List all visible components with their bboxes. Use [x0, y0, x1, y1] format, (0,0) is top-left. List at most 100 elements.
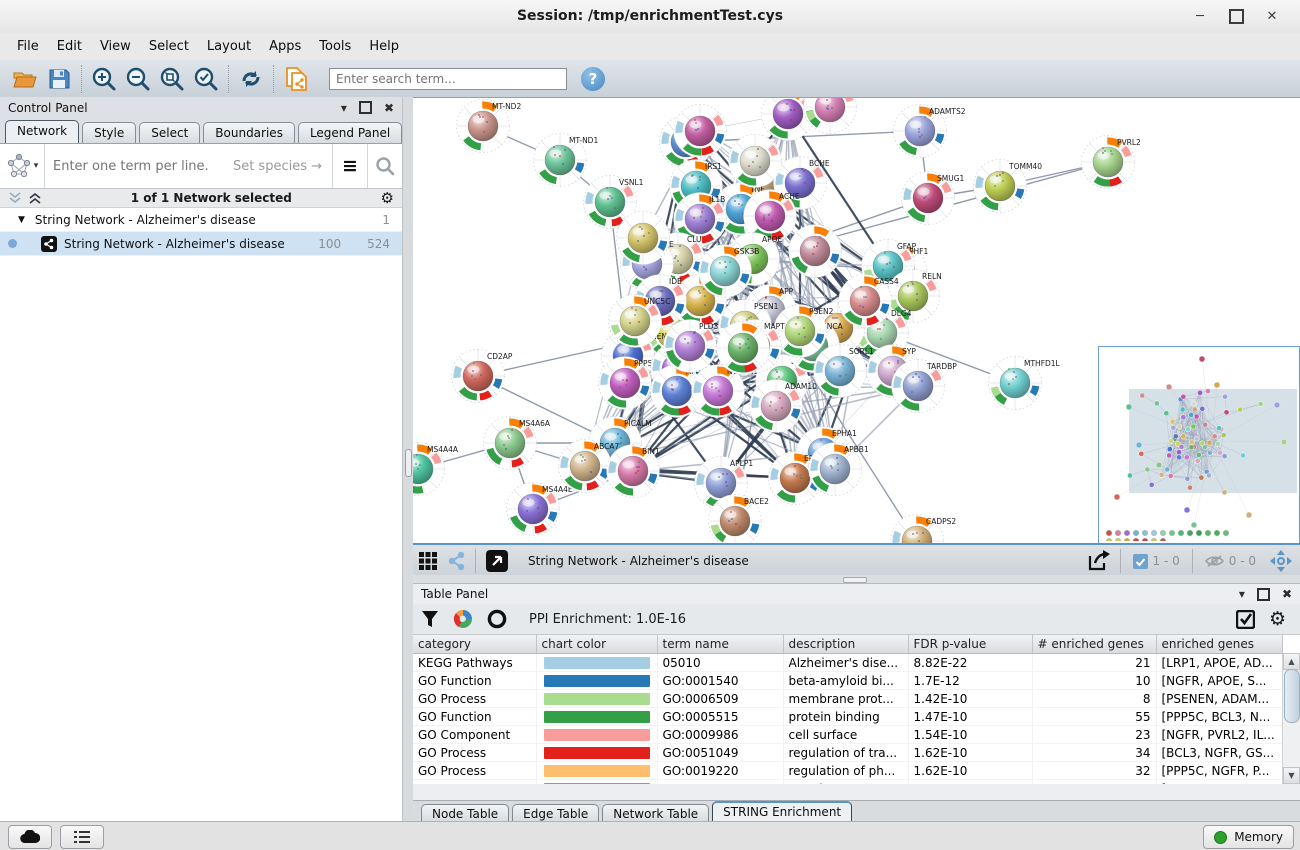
menu-tools[interactable]: Tools	[310, 39, 360, 54]
menu-file[interactable]: File	[8, 39, 48, 54]
horizontal-splitter[interactable]	[413, 575, 1300, 583]
close-button[interactable]: ✕	[1254, 0, 1290, 33]
collection-expand-icon[interactable]: ▼	[18, 215, 25, 225]
grid-view-icon[interactable]	[413, 545, 443, 577]
table-row[interactable]: GO FunctionGO:0001540beta-amyloid bi...1…	[413, 672, 1282, 690]
network-share-icon[interactable]	[279, 63, 313, 95]
network-node-CADPS2[interactable]: CADPS2	[891, 515, 957, 545]
table-row[interactable]: GO ProcessGO:0051049regulation of tra...…	[413, 744, 1282, 762]
network-node-SMUG1[interactable]: SMUG1	[902, 172, 965, 225]
float-panel-icon[interactable]	[359, 101, 372, 114]
refresh-icon[interactable]	[234, 63, 268, 95]
string-query-input[interactable]	[45, 159, 233, 174]
menu-edit[interactable]: Edit	[48, 39, 91, 54]
network-node[interactable]	[617, 212, 670, 265]
column-header[interactable]: chart color	[536, 635, 657, 654]
set-species-label[interactable]: Set species →	[233, 159, 322, 174]
network-node-MS4A4E[interactable]: MS4A4E	[507, 483, 573, 536]
string-search-icon[interactable]	[367, 144, 402, 188]
table-row[interactable]: GO ProcessGO:0033619membrane prot...1.93…	[413, 780, 1282, 785]
column-header[interactable]: FDR p-value	[908, 635, 1032, 654]
birdseye-view[interactable]	[1098, 346, 1300, 544]
column-header[interactable]: enriched genes	[1156, 635, 1282, 654]
maximize-button[interactable]	[1218, 0, 1254, 33]
tab-legend-panel[interactable]: Legend Panel	[298, 122, 402, 143]
detach-view-icon[interactable]	[480, 545, 514, 577]
network-node-APBB1[interactable]: APBB1	[809, 443, 869, 496]
tab-boundaries[interactable]: Boundaries	[203, 122, 295, 143]
network-node-ADAMTS2[interactable]: ADAMTS2	[894, 105, 966, 158]
string-logo-icon[interactable]: ▾	[0, 144, 45, 188]
zoom-out-icon[interactable]	[121, 63, 155, 95]
table-row[interactable]: KEGG Pathways05010Alzheimer's dise...8.8…	[413, 654, 1282, 672]
network-collection-row[interactable]: ▼ String Network - Alzheimer's disease 1	[0, 208, 402, 232]
cloud-task-button[interactable]	[8, 825, 52, 849]
network-node-MS4A4A[interactable]: MS4A4A	[413, 443, 459, 496]
table-row[interactable]: GO ProcessGO:0019220regulation of ph...1…	[413, 762, 1282, 780]
export-network-icon[interactable]	[1082, 545, 1116, 577]
network-node-BACE2[interactable]: BACE2	[709, 495, 770, 545]
table-float-icon[interactable]	[1257, 588, 1270, 601]
menu-select[interactable]: Select	[140, 39, 198, 54]
scroll-up-icon[interactable]: ▲	[1283, 653, 1300, 670]
network-settings-gear-icon[interactable]: ⚙	[381, 191, 394, 206]
pan-navigation-icon[interactable]	[1264, 545, 1298, 577]
save-session-button[interactable]	[42, 63, 76, 95]
column-header[interactable]: category	[413, 635, 536, 654]
menu-apps[interactable]: Apps	[260, 39, 310, 54]
donut-chart-icon[interactable]	[453, 609, 473, 629]
scroll-down-icon[interactable]: ▼	[1283, 767, 1300, 784]
birdseye-toggle-icon[interactable]	[443, 545, 471, 577]
expand-all-icon[interactable]	[28, 192, 42, 204]
panel-menu-icon[interactable]: ▾	[341, 101, 347, 115]
network-node-BIN1[interactable]: BIN1	[607, 445, 660, 498]
zoom-in-icon[interactable]	[87, 63, 121, 95]
minimize-button[interactable]: ─	[1182, 0, 1218, 33]
select-filtered-icon[interactable]	[1236, 610, 1255, 629]
menu-help[interactable]: Help	[360, 39, 408, 54]
column-header[interactable]: term name	[657, 635, 783, 654]
network-node-MTHFD1L[interactable]: MTHFD1L	[989, 357, 1061, 410]
tab-style[interactable]: Style	[82, 122, 136, 143]
network-node[interactable]	[674, 105, 727, 158]
tab-network[interactable]: Network	[5, 120, 79, 143]
table-row[interactable]: GO FunctionGO:0005515protein binding1.47…	[413, 708, 1282, 726]
column-header[interactable]: description	[783, 635, 908, 654]
help-icon[interactable]: ?	[581, 67, 605, 91]
scrollbar-thumb[interactable]	[1284, 669, 1300, 723]
table-row[interactable]: GO ComponentGO:0009986cell surface1.54E-…	[413, 726, 1282, 744]
network-canvas[interactable]: MT-ND2MT-ND1VSNL1GAB2ADAMTS2PVRL2TOMM40S…	[413, 97, 1300, 544]
open-session-button[interactable]	[8, 63, 42, 95]
zoom-selected-icon[interactable]	[189, 63, 223, 95]
table-row[interactable]: GO ProcessGO:0006509membrane prot...1.42…	[413, 690, 1282, 708]
task-history-button[interactable]	[60, 825, 104, 849]
filter-icon[interactable]	[421, 610, 439, 628]
memory-button[interactable]: Memory	[1203, 825, 1294, 849]
network-node-PVRL2[interactable]: PVRL2	[1082, 136, 1142, 189]
network-node-MT-ND1[interactable]: MT-ND1	[534, 134, 599, 187]
network-node-CD2AP[interactable]: CD2AP	[452, 350, 513, 403]
network-node[interactable]	[729, 135, 782, 188]
tab-string-enrichment[interactable]: STRING Enrichment	[712, 801, 852, 823]
network-node[interactable]	[789, 225, 842, 278]
close-panel-icon[interactable]: ✖	[384, 101, 394, 115]
network-node-SORL1[interactable]: SORL1	[814, 345, 875, 398]
network-item-row[interactable]: String Network - Alzheimer's disease 100…	[0, 232, 402, 256]
network-node-MT-ND2[interactable]: MT-ND2	[457, 100, 522, 153]
column-header[interactable]: # enriched genes	[1032, 635, 1156, 654]
menu-view[interactable]: View	[91, 39, 140, 54]
ring-chart-icon[interactable]	[487, 609, 507, 629]
string-options-icon[interactable]: ≡	[332, 144, 367, 188]
network-node[interactable]	[804, 98, 857, 134]
network-node-TARDBP[interactable]: TARDBP	[892, 360, 958, 413]
tab-select[interactable]: Select	[139, 122, 200, 143]
enrichment-settings-gear-icon[interactable]: ⚙	[1269, 610, 1286, 629]
search-input[interactable]	[329, 68, 567, 90]
network-node[interactable]	[717, 322, 770, 375]
collapse-all-icon[interactable]	[8, 192, 22, 204]
table-close-icon[interactable]: ✖	[1282, 587, 1292, 601]
zoom-fit-icon[interactable]	[155, 63, 189, 95]
table-panel-menu-icon[interactable]: ▾	[1239, 587, 1245, 601]
table-scrollbar[interactable]: ▲ ▼	[1282, 653, 1300, 784]
menu-layout[interactable]: Layout	[198, 39, 260, 54]
